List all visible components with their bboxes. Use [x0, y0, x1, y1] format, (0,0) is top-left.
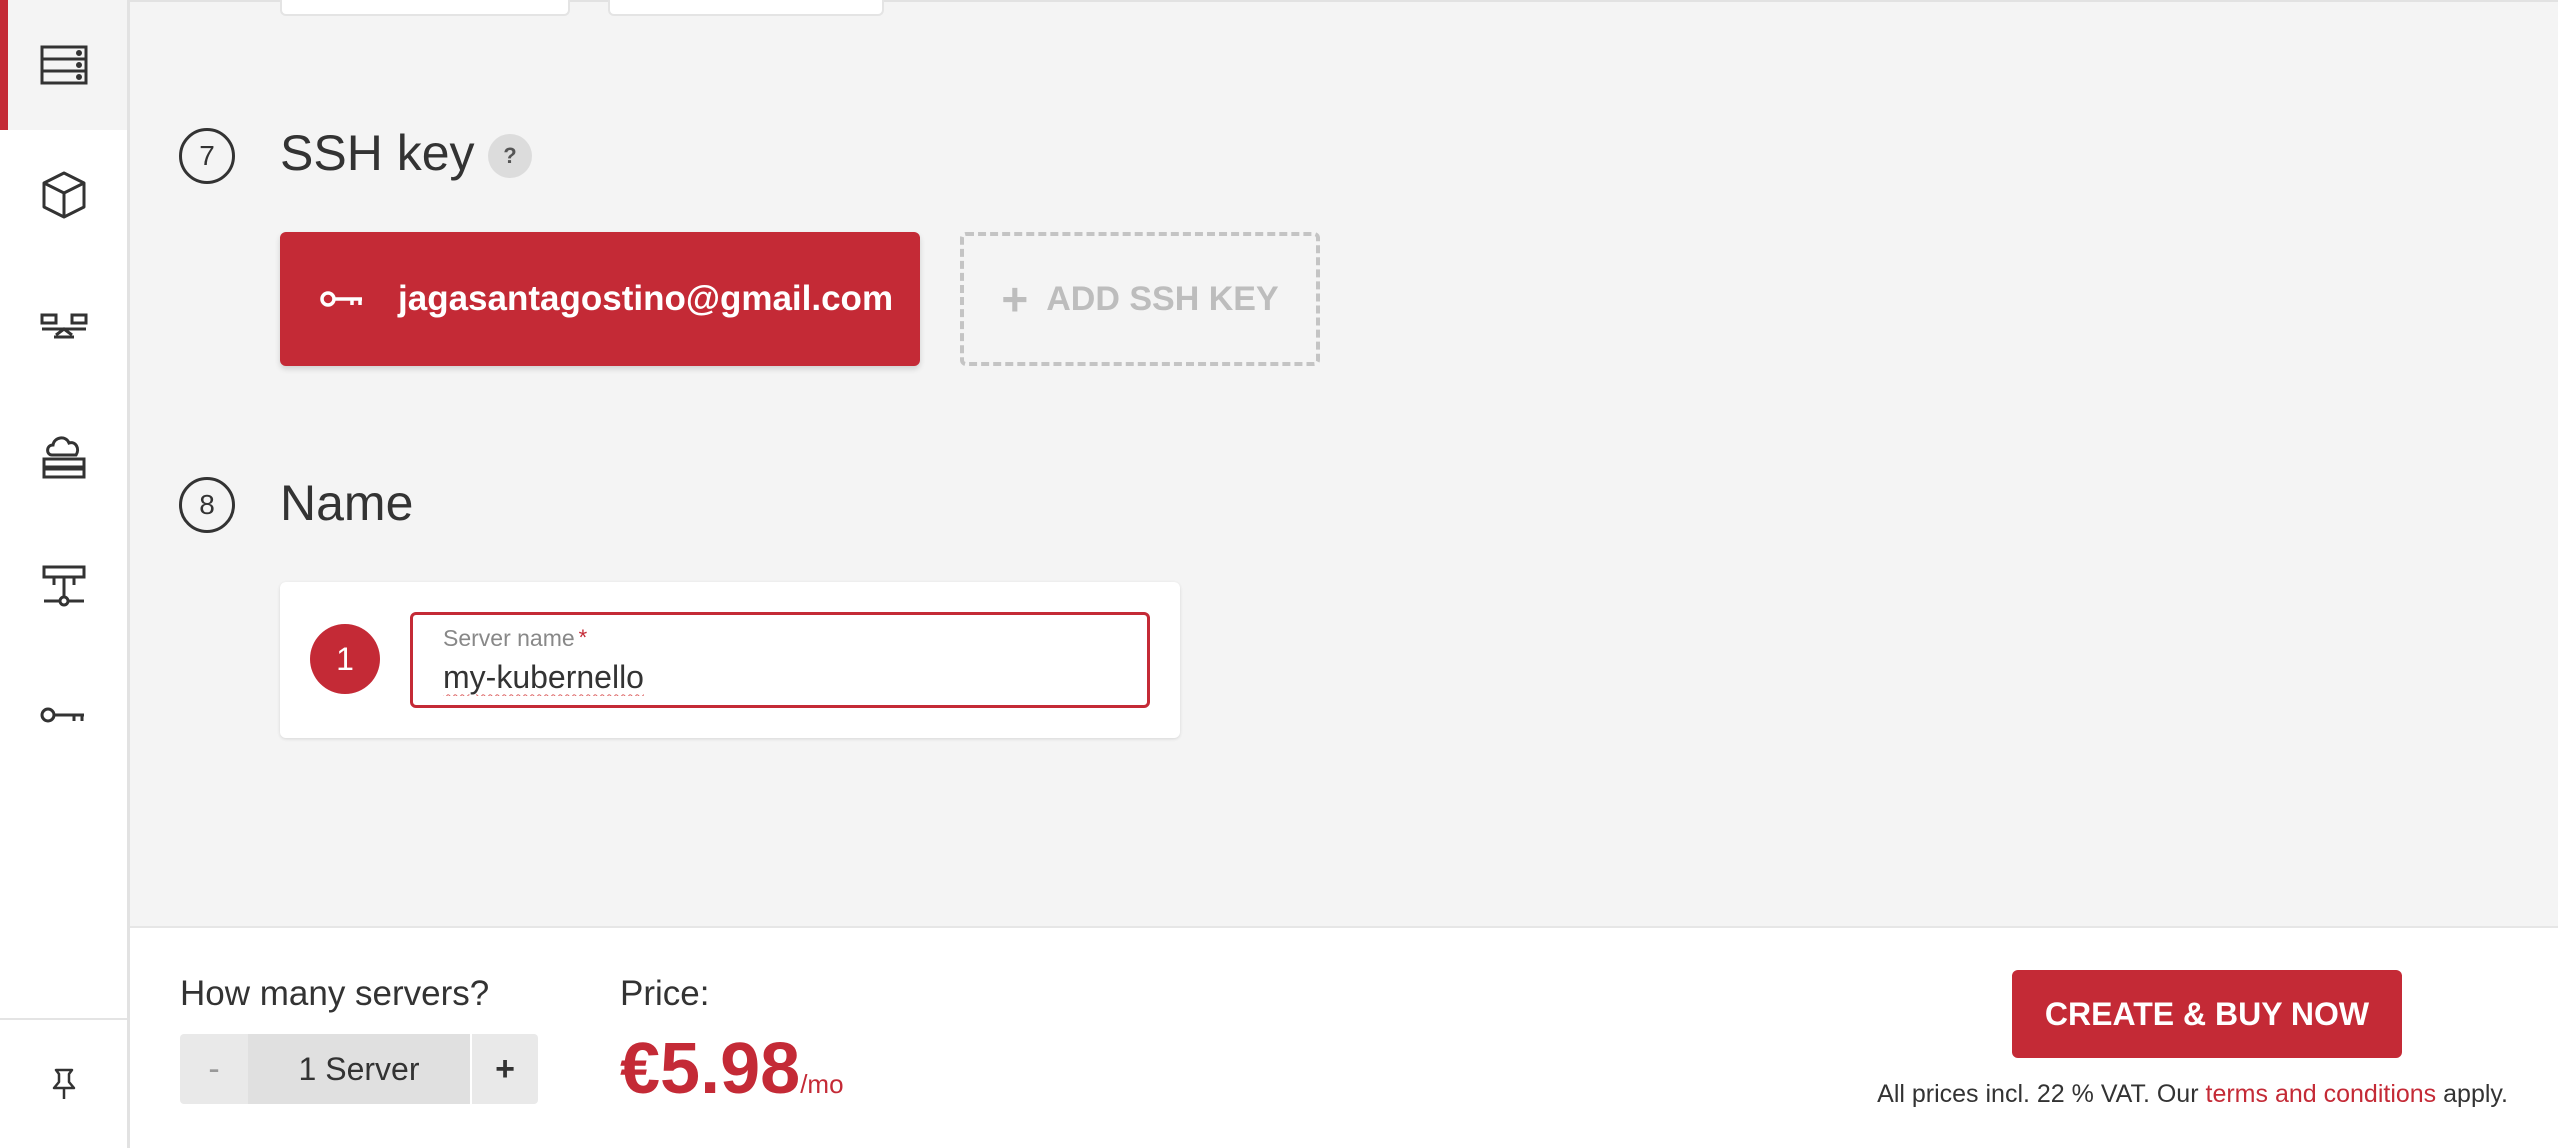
- ssh-key-option[interactable]: jagasantagostino@gmail.com: [280, 232, 920, 366]
- cloud-storage-icon: [42, 436, 85, 479]
- sidebar-item-load-balancers[interactable]: [0, 260, 127, 390]
- server-name-field[interactable]: Server name *: [410, 612, 1150, 708]
- server-count-label: How many servers?: [180, 974, 490, 1013]
- add-ssh-key-button[interactable]: + ADD SSH KEY: [960, 232, 1320, 366]
- sidebar-item-servers[interactable]: [0, 0, 127, 130]
- pin-icon: [52, 1068, 75, 1099]
- server-name-label: Server name *: [443, 625, 588, 651]
- sidebar-item-volumes[interactable]: [0, 130, 127, 260]
- server-name-card: 1 Server name *: [280, 582, 1180, 738]
- key-icon: [40, 707, 84, 723]
- section-title-ssh-key: SSH key: [280, 125, 475, 181]
- ssh-key-label: jagasantagostino@gmail.com: [398, 279, 894, 318]
- step-number-8: 8: [179, 477, 235, 533]
- sidebar-pin-button[interactable]: [0, 1020, 127, 1148]
- decrement-button[interactable]: -: [180, 1034, 248, 1104]
- price-value: €5.98/mo: [620, 1028, 844, 1110]
- previous-option-card[interactable]: [608, 0, 884, 16]
- server-count-value: 1 Server: [248, 1034, 470, 1104]
- plus-icon: +: [1001, 273, 1029, 325]
- add-ssh-key-label: ADD SSH KEY: [1046, 279, 1279, 318]
- sidebar-item-cloud[interactable]: [0, 390, 127, 520]
- terms-link[interactable]: terms and conditions: [2206, 1080, 2437, 1108]
- key-icon: [316, 273, 368, 325]
- sidebar: [0, 0, 130, 1148]
- network-icon: [42, 565, 85, 607]
- servers-icon: [40, 45, 87, 85]
- server-count-stepper: - 1 Server +: [180, 1034, 540, 1104]
- create-and-buy-button[interactable]: CREATE & BUY NOW: [2012, 970, 2402, 1058]
- price-label: Price:: [620, 974, 710, 1013]
- server-name-input[interactable]: [443, 657, 1123, 697]
- cube-icon: [42, 171, 85, 219]
- help-icon[interactable]: ?: [488, 134, 532, 178]
- price-period: /mo: [800, 1069, 844, 1099]
- vat-notice: All prices incl. 22 % VAT. Our terms and…: [1877, 1080, 2508, 1108]
- price-amount: €5.98: [620, 1029, 801, 1109]
- step-number-7: 7: [179, 128, 235, 184]
- required-mark: *: [578, 625, 588, 650]
- sidebar-item-networks[interactable]: [0, 520, 127, 650]
- increment-button[interactable]: +: [470, 1034, 538, 1104]
- server-index-badge: 1: [310, 624, 380, 694]
- load-balancer-icon: [40, 313, 87, 339]
- section-title-name: Name: [280, 475, 414, 531]
- sidebar-item-ssh-keys[interactable]: [0, 650, 127, 780]
- previous-option-card[interactable]: [280, 0, 570, 16]
- order-footer: How many servers? - 1 Server + Price: €5…: [130, 926, 2558, 1148]
